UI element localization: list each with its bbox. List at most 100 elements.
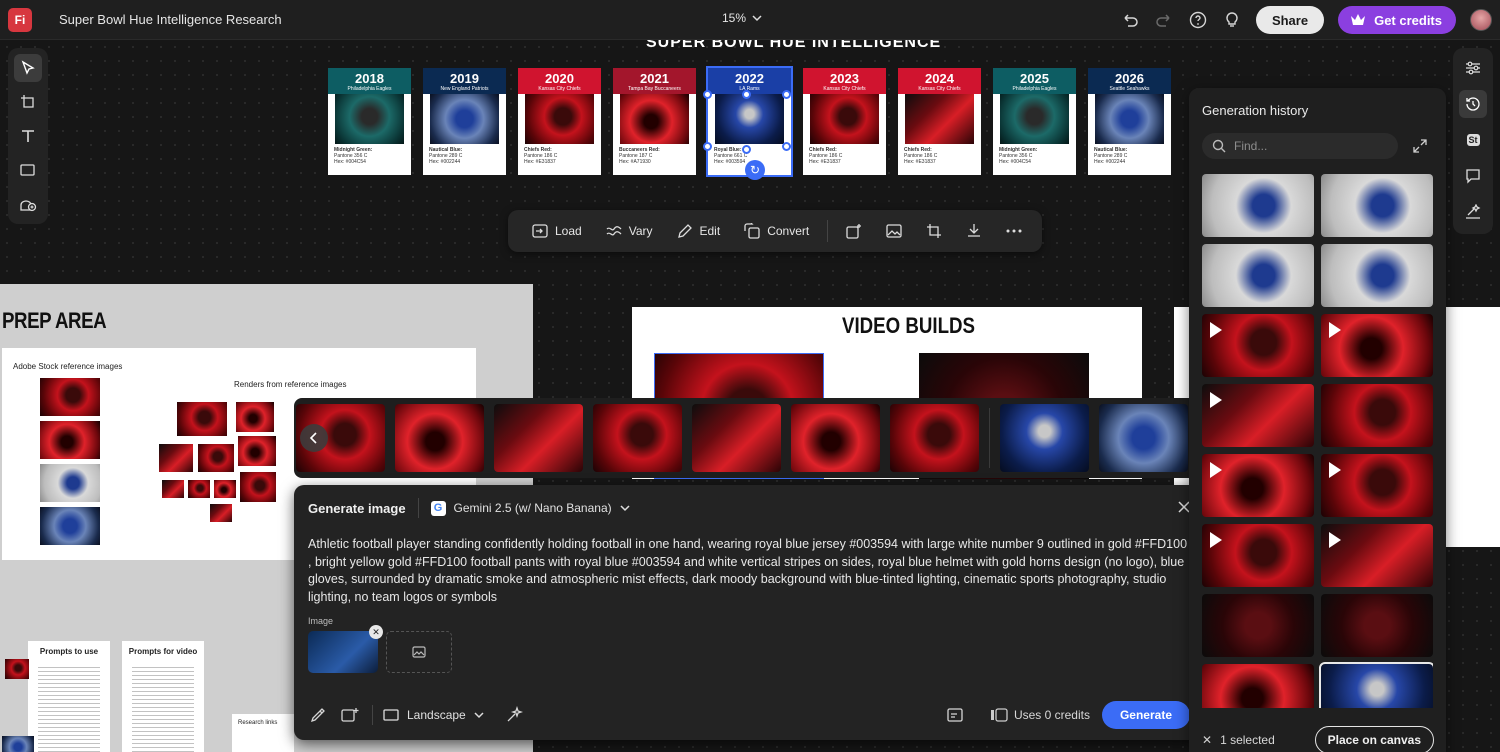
render-thumbnail[interactable] — [177, 402, 227, 436]
crop-button[interactable] — [916, 216, 952, 246]
history-video-thumbnail[interactable] — [1202, 314, 1314, 377]
resize-handle[interactable] — [703, 90, 712, 99]
aspect-ratio-dropdown[interactable]: Landscape — [383, 708, 484, 722]
stock-thumbnail[interactable] — [40, 507, 100, 545]
history-image-thumbnail[interactable] — [1321, 384, 1433, 447]
stock-icon[interactable]: St — [1459, 126, 1487, 154]
prompt-settings-icon[interactable] — [946, 705, 966, 725]
render-thumbnail[interactable] — [198, 444, 234, 472]
get-credits-button[interactable]: Get credits — [1338, 6, 1456, 34]
render-thumbnail[interactable] — [214, 480, 236, 498]
render-thumbnail[interactable] — [159, 444, 193, 472]
download-button[interactable] — [956, 216, 992, 246]
stock-thumbnail[interactable] — [40, 378, 100, 416]
edit-button[interactable]: Edit — [667, 216, 731, 246]
select-tool-icon[interactable] — [14, 54, 42, 82]
model-selector[interactable]: G Gemini 2.5 (w/ Nano Banana) — [430, 500, 630, 516]
generate-button[interactable]: Generate — [1101, 701, 1190, 729]
prompt-input[interactable]: Athletic football player standing confid… — [308, 536, 1193, 606]
chevron-left-icon[interactable] — [300, 424, 328, 452]
vary-button[interactable]: Vary — [596, 216, 663, 246]
convert-button[interactable]: Convert — [734, 216, 819, 246]
history-search-input[interactable]: Find... — [1202, 133, 1398, 159]
remove-image-icon[interactable]: ✕ — [369, 625, 383, 639]
color-card[interactable]: 2019 New England Patriots Nautical Blue:… — [423, 68, 506, 175]
help-icon[interactable] — [1188, 10, 1208, 30]
place-on-canvas-button[interactable]: Place on canvas — [1314, 726, 1434, 752]
render-thumbnail[interactable] — [188, 480, 210, 498]
add-image-button[interactable] — [386, 631, 452, 673]
color-card[interactable]: 2023 Kansas City Chiefs Chiefs Red: Pant… — [803, 68, 886, 175]
text-tool-icon[interactable] — [14, 122, 42, 150]
add-asset-tool-icon[interactable] — [14, 190, 42, 218]
more-button[interactable] — [996, 216, 1032, 246]
resize-handle[interactable] — [782, 142, 791, 151]
stock-thumbnail[interactable] — [40, 464, 100, 502]
filmstrip-thumbnail[interactable] — [692, 404, 781, 472]
reference-thumbnail[interactable] — [5, 659, 29, 679]
resize-handle[interactable] — [703, 142, 712, 151]
filmstrip-thumbnail[interactable] — [890, 404, 979, 472]
clear-selection-icon[interactable]: ✕ — [1202, 733, 1212, 747]
history-image-thumbnail[interactable] — [1321, 174, 1433, 237]
research-links-card[interactable]: Research links — [232, 714, 294, 752]
canvas[interactable]: SUPER BOWL HUE INTELLIGENCE 2018 Philade… — [0, 40, 1500, 752]
frame-tool-icon[interactable] — [14, 88, 42, 116]
history-image-thumbnail[interactable] — [1202, 244, 1314, 307]
shape-tool-icon[interactable] — [14, 156, 42, 184]
filmstrip-thumbnail[interactable] — [395, 404, 484, 472]
lightbulb-icon[interactable] — [1222, 10, 1242, 30]
stock-thumbnail[interactable] — [40, 421, 100, 459]
render-thumbnail[interactable] — [236, 402, 274, 432]
history-image-thumbnail[interactable] — [1202, 664, 1314, 708]
share-button[interactable]: Share — [1255, 6, 1325, 34]
resize-handle[interactable] — [742, 145, 751, 154]
prompts-to-use-card[interactable]: Prompts to use — [28, 641, 110, 752]
history-image-thumbnail[interactable] — [1202, 594, 1314, 657]
generative-sparkle-icon[interactable] — [1459, 198, 1487, 226]
rotate-handle-icon[interactable]: ↻ — [745, 160, 765, 180]
history-video-thumbnail[interactable] — [1321, 314, 1433, 377]
comments-icon[interactable] — [1459, 162, 1487, 190]
filmstrip-thumbnail[interactable] — [593, 404, 682, 472]
color-card[interactable]: 2020 Kansas City Chiefs Chiefs Red: Pant… — [518, 68, 601, 175]
render-thumbnail[interactable] — [210, 504, 232, 522]
render-thumbnail[interactable] — [240, 472, 276, 502]
history-video-thumbnail[interactable] — [1321, 524, 1433, 587]
reference-thumbnail[interactable] — [2, 736, 34, 752]
generate-variation-button[interactable] — [836, 216, 872, 246]
zoom-dropdown[interactable]: 15% — [722, 11, 762, 25]
history-video-thumbnail[interactable] — [1202, 384, 1314, 447]
color-card[interactable]: 2021 Tampa Bay Buccaneers Buccaneers Red… — [613, 68, 696, 175]
history-image-thumbnail[interactable] — [1321, 244, 1433, 307]
expand-icon[interactable] — [1411, 137, 1429, 155]
style-sparkle-icon[interactable] — [504, 705, 524, 725]
avatar[interactable] — [1470, 9, 1492, 31]
history-image-thumbnail[interactable] — [1202, 174, 1314, 237]
replace-background-button[interactable] — [876, 216, 912, 246]
undo-icon[interactable] — [1120, 10, 1140, 30]
add-reference-icon[interactable] — [340, 705, 360, 725]
reference-image[interactable] — [308, 631, 378, 673]
load-button[interactable]: Load — [522, 216, 592, 246]
color-card[interactable]: 2022 LA Rams Royal Blue: Pantone 661 C H… — [703, 66, 793, 177]
render-thumbnail[interactable] — [162, 480, 184, 498]
document-title[interactable]: Super Bowl Hue Intelligence Research — [59, 12, 282, 27]
history-icon[interactable] — [1459, 90, 1487, 118]
redo-icon[interactable] — [1154, 10, 1174, 30]
history-video-thumbnail[interactable] — [1202, 524, 1314, 587]
history-video-thumbnail[interactable] — [1202, 454, 1314, 517]
history-image-thumbnail[interactable] — [1321, 594, 1433, 657]
filmstrip-thumbnail[interactable] — [494, 404, 583, 472]
color-card[interactable]: 2026 Seattle Seahawks Nautical Blue: Pan… — [1088, 68, 1171, 175]
filmstrip-thumbnail[interactable] — [1000, 404, 1089, 472]
resize-handle[interactable] — [742, 90, 751, 99]
history-video-thumbnail[interactable] — [1321, 454, 1433, 517]
filmstrip-thumbnail[interactable] — [1099, 404, 1188, 472]
color-card[interactable]: 2018 Philadelphia Eagles Midnight Green:… — [328, 68, 411, 175]
adjustments-icon[interactable] — [1459, 54, 1487, 82]
history-image-thumbnail[interactable] — [1319, 662, 1433, 708]
filmstrip-thumbnail[interactable] — [791, 404, 880, 472]
render-thumbnail[interactable] — [238, 436, 276, 466]
eyedropper-icon[interactable] — [308, 705, 328, 725]
